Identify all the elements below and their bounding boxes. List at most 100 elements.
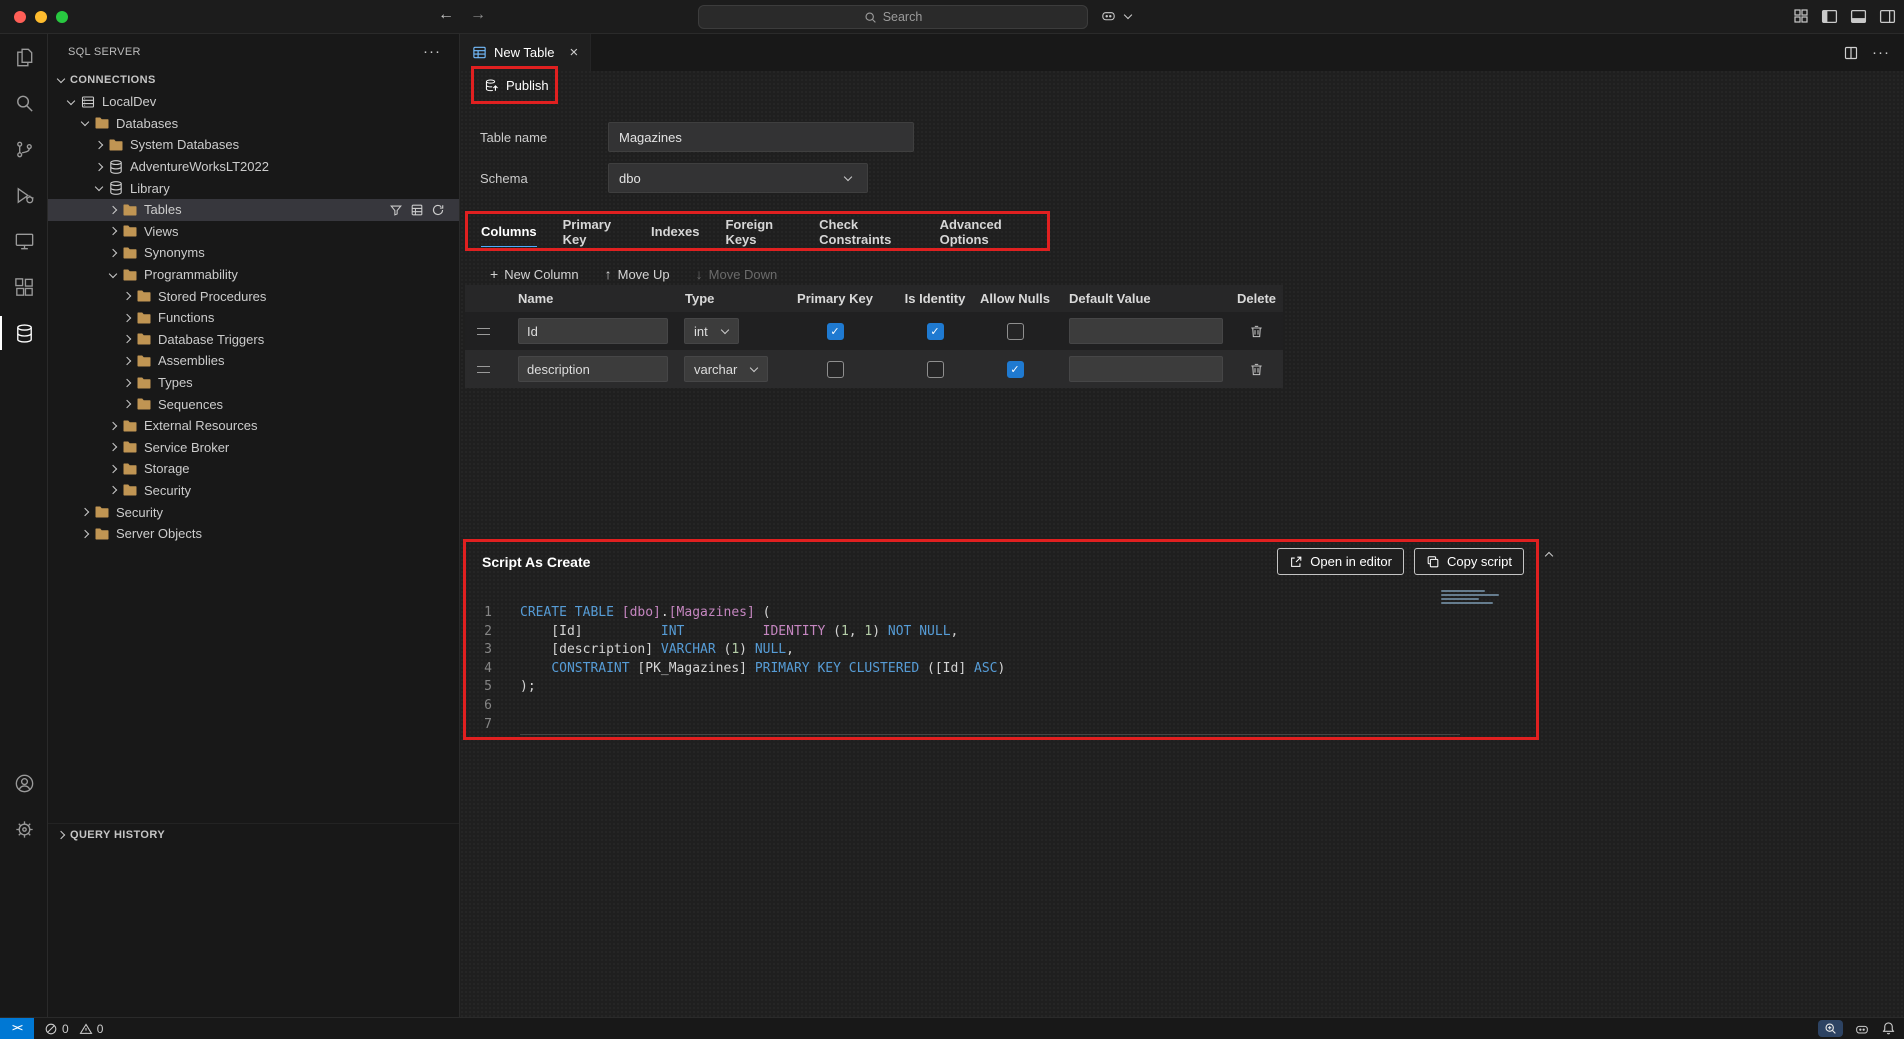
designer-tab-indexes[interactable]: Indexes	[638, 214, 712, 248]
allow-nulls-checkbox[interactable]: ✓	[1007, 361, 1024, 378]
tree-item-sequences[interactable]: Sequences	[48, 393, 459, 415]
activity-search[interactable]	[0, 80, 48, 126]
activity-remote-explorer[interactable]	[0, 218, 48, 264]
is-identity-checkbox[interactable]	[927, 361, 944, 378]
allow-nulls-checkbox[interactable]	[1007, 323, 1024, 340]
close-icon[interactable]: ×	[569, 44, 578, 61]
designer-tab-primary-key[interactable]: Primary Key	[550, 214, 638, 248]
tree-item-security[interactable]: Security	[48, 501, 459, 523]
primary-key-checkbox[interactable]: ✓	[827, 323, 844, 340]
tree-item-localdev[interactable]: LocalDev	[48, 91, 459, 113]
query-history-section-header[interactable]: QUERY HISTORY	[48, 823, 459, 845]
move-down-button[interactable]: ↓ Move Down	[696, 266, 778, 282]
chevron-down-icon[interactable]	[92, 180, 108, 196]
back-icon[interactable]: ←	[438, 6, 454, 24]
chevron-right-icon[interactable]	[106, 439, 122, 455]
tree-item-types[interactable]: Types	[48, 372, 459, 394]
chevron-down-icon[interactable]	[106, 267, 122, 283]
tree-item-stored-procedures[interactable]: Stored Procedures	[48, 285, 459, 307]
tree-item-adventureworkslt2022[interactable]: AdventureWorksLT2022	[48, 156, 459, 178]
copilot-menu[interactable]	[1100, 7, 1137, 24]
chevron-right-icon[interactable]	[106, 418, 122, 434]
tree-item-tables[interactable]: Tables	[48, 199, 459, 221]
is-identity-checkbox[interactable]: ✓	[927, 323, 944, 340]
column-name-input[interactable]	[518, 356, 668, 382]
activity-source-control[interactable]	[0, 126, 48, 172]
default-value-input[interactable]	[1069, 318, 1223, 344]
toggle-primary-sidebar-icon[interactable]	[1821, 9, 1838, 24]
tree-item-server-objects[interactable]: Server Objects	[48, 523, 459, 545]
column-type-select[interactable]: int	[684, 318, 739, 344]
delete-column-button[interactable]	[1249, 362, 1264, 377]
close-window-button[interactable]	[14, 11, 26, 23]
delete-column-button[interactable]	[1249, 324, 1264, 339]
open-in-editor-button[interactable]: Open in editor	[1277, 548, 1404, 575]
chevron-right-icon[interactable]	[120, 288, 136, 304]
drag-handle-icon[interactable]	[477, 328, 490, 335]
designer-tab-check-constraints[interactable]: Check Constraints	[806, 214, 926, 248]
tree-item-assemblies[interactable]: Assemblies	[48, 350, 459, 372]
filter-icon[interactable]	[389, 203, 403, 217]
copilot-icon[interactable]	[1854, 1021, 1870, 1037]
chevron-right-icon[interactable]	[92, 159, 108, 175]
chevron-right-icon[interactable]	[106, 202, 122, 218]
remote-indicator[interactable]: ><	[0, 1018, 34, 1039]
activity-explorer[interactable]	[0, 34, 48, 80]
chevron-up-icon[interactable]	[1542, 547, 1558, 563]
chevron-right-icon[interactable]	[120, 353, 136, 369]
chevron-down-icon[interactable]	[64, 94, 80, 110]
tree-item-databases[interactable]: Databases	[48, 113, 459, 135]
tree-item-system-databases[interactable]: System Databases	[48, 134, 459, 156]
activity-run-debug[interactable]	[0, 172, 48, 218]
toggle-panel-icon[interactable]	[1850, 9, 1867, 24]
chevron-right-icon[interactable]	[106, 482, 122, 498]
maximize-window-button[interactable]	[56, 11, 68, 23]
tree-item-library[interactable]: Library	[48, 177, 459, 199]
chevron-right-icon[interactable]	[92, 137, 108, 153]
chevron-right-icon[interactable]	[120, 310, 136, 326]
default-value-input[interactable]	[1069, 356, 1223, 382]
more-actions-icon[interactable]: ···	[1872, 44, 1890, 61]
chevron-right-icon[interactable]	[78, 504, 94, 520]
accounts-button[interactable]	[0, 760, 48, 806]
designer-tab-advanced-options[interactable]: Advanced Options	[927, 214, 1047, 248]
split-editor-icon[interactable]	[1843, 45, 1859, 61]
tree-item-views[interactable]: Views	[48, 221, 459, 243]
settings-button[interactable]	[0, 806, 48, 852]
activity-extensions[interactable]	[0, 264, 48, 310]
customize-layout-icon[interactable]	[1793, 8, 1809, 24]
publish-button[interactable]: Publish	[474, 69, 559, 101]
tree-item-external-resources[interactable]: External Resources	[48, 415, 459, 437]
sql-code-editor[interactable]: 1CREATE TABLE [dbo].[Magazines] (2 [Id] …	[466, 604, 1536, 734]
drag-handle-icon[interactable]	[477, 366, 490, 373]
chevron-right-icon[interactable]	[106, 245, 122, 261]
schema-select[interactable]: dbo	[608, 163, 868, 193]
table-icon[interactable]	[410, 203, 424, 217]
more-actions-icon[interactable]: ···	[423, 43, 441, 60]
chevron-down-icon[interactable]	[78, 115, 94, 131]
primary-key-checkbox[interactable]	[827, 361, 844, 378]
toggle-secondary-sidebar-icon[interactable]	[1879, 9, 1896, 24]
tree-item-synonyms[interactable]: Synonyms	[48, 242, 459, 264]
zoom-button[interactable]	[1818, 1020, 1843, 1037]
tree-item-service-broker[interactable]: Service Broker	[48, 437, 459, 459]
chevron-right-icon[interactable]	[120, 375, 136, 391]
column-type-select[interactable]: varchar	[684, 356, 768, 382]
tree-item-storage[interactable]: Storage	[48, 458, 459, 480]
copy-script-button[interactable]: Copy script	[1414, 548, 1524, 575]
forward-icon[interactable]: →	[470, 6, 486, 24]
new-column-button[interactable]: + New Column	[490, 266, 579, 282]
column-name-input[interactable]	[518, 318, 668, 344]
refresh-icon[interactable]	[431, 203, 445, 217]
designer-tab-columns[interactable]: Columns	[468, 214, 550, 248]
chevron-right-icon[interactable]	[106, 223, 122, 239]
move-up-button[interactable]: ↑ Move Up	[605, 266, 670, 282]
table-name-input[interactable]	[608, 122, 914, 152]
tree-item-programmability[interactable]: Programmability	[48, 264, 459, 286]
connections-section-header[interactable]: CONNECTIONS	[48, 69, 459, 91]
tree-item-database-triggers[interactable]: Database Triggers	[48, 329, 459, 351]
chevron-right-icon[interactable]	[78, 526, 94, 542]
command-center-search[interactable]: Search	[698, 5, 1088, 29]
tree-item-security[interactable]: Security	[48, 480, 459, 502]
chevron-right-icon[interactable]	[120, 396, 136, 412]
